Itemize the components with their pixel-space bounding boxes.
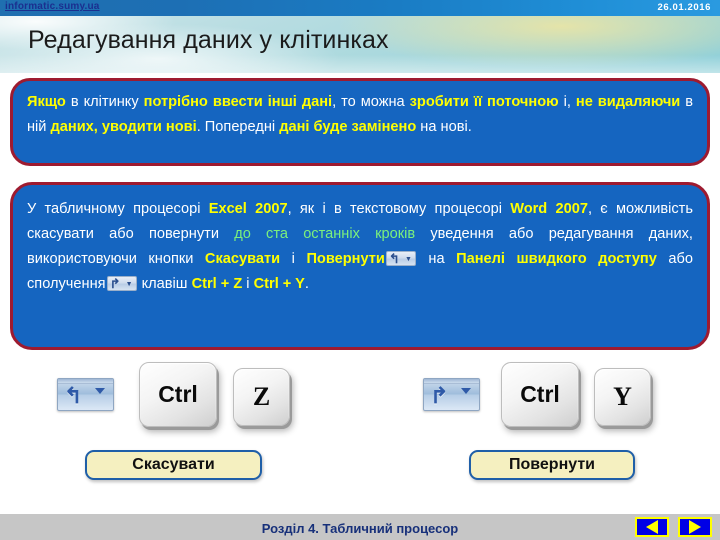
text-segment: і, [558, 94, 576, 110]
text-segment: Панелі швидкого доступу [456, 251, 657, 267]
undo-toolbar-button[interactable]: ↰ [57, 378, 114, 411]
callout-box-secondary: У табличному процесорі Excel 2007, як і … [10, 182, 710, 350]
redo-toolbar-button[interactable]: ↱ [423, 378, 480, 411]
text-segment: , то можна [332, 94, 410, 110]
text-segment: на нові. [416, 119, 472, 135]
redo-arrow-icon: ↱ [109, 276, 121, 291]
undo-arrow-icon: ↰ [388, 251, 400, 266]
triangle-right-icon [689, 520, 701, 534]
text-segment: не видаляючи [575, 94, 681, 110]
callout-text-primary: Якщо в клітинку потрібно ввести інші дан… [13, 81, 707, 140]
callout-text-secondary: У табличному процесорі Excel 2007, як і … [13, 185, 707, 297]
inline-redo-icon[interactable]: ↱ ▼ [106, 276, 137, 291]
text-segment: потрібно ввести інші дані [143, 94, 333, 110]
chevron-down-icon: ▼ [404, 256, 412, 263]
redo-arrow-icon: ↱ [430, 383, 449, 408]
text-segment: Word 2007 [510, 201, 588, 217]
page-title: Редагування даних у клітинках [28, 26, 389, 54]
footer-section-text: Розділ 4. Табличний процесор [261, 521, 459, 536]
key-ctrl-left[interactable]: Ctrl [139, 362, 217, 427]
redo-label-pill: Повернути [469, 450, 635, 480]
callout-box-primary: Якщо в клітинку потрібно ввести інші дан… [10, 78, 710, 166]
text-segment: дані буде замінено [279, 119, 417, 135]
chevron-down-icon: ▼ [125, 281, 133, 288]
text-segment: Ctrl + Z [191, 276, 243, 292]
text-segment: зробити її поточною [409, 94, 559, 110]
text-segment: до ста останніх кроків [234, 226, 416, 242]
text-segment: і [242, 276, 254, 292]
text-segment: клавіш [137, 276, 192, 292]
key-y[interactable]: Y [594, 368, 651, 426]
text-segment: Excel 2007 [208, 201, 288, 217]
chevron-down-icon[interactable] [461, 388, 471, 394]
header-date: 26.01.2016 [657, 2, 711, 13]
text-segment: Скасувати [204, 251, 281, 267]
text-segment: . [304, 276, 309, 292]
site-link[interactable]: informatic.sumy.ua [5, 1, 100, 12]
chevron-down-icon[interactable] [95, 388, 105, 394]
nav-next-button[interactable] [678, 517, 712, 537]
text-segment: . Попередні [196, 119, 280, 135]
nav-prev-button[interactable] [635, 517, 669, 537]
inline-undo-icon[interactable]: ↰ ▼ [385, 251, 416, 266]
triangle-left-icon [646, 520, 658, 534]
text-segment: даних, уводити нові [50, 119, 197, 135]
text-segment: Ctrl + Y [253, 276, 305, 292]
text-segment: Повернути [306, 251, 385, 267]
text-segment: і [280, 251, 307, 267]
key-ctrl-right[interactable]: Ctrl [501, 362, 579, 427]
key-z[interactable]: Z [233, 368, 290, 426]
text-segment: У табличному процесорі [27, 201, 209, 217]
undo-label-pill: Скасувати [85, 450, 262, 480]
header-band [0, 0, 720, 16]
text-segment: , як і в текстовому процесорі [287, 201, 511, 217]
text-segment: на [416, 251, 457, 267]
text-segment: Якщо [27, 94, 66, 110]
undo-arrow-icon: ↰ [64, 383, 83, 408]
text-segment: в клітинку [65, 94, 144, 110]
